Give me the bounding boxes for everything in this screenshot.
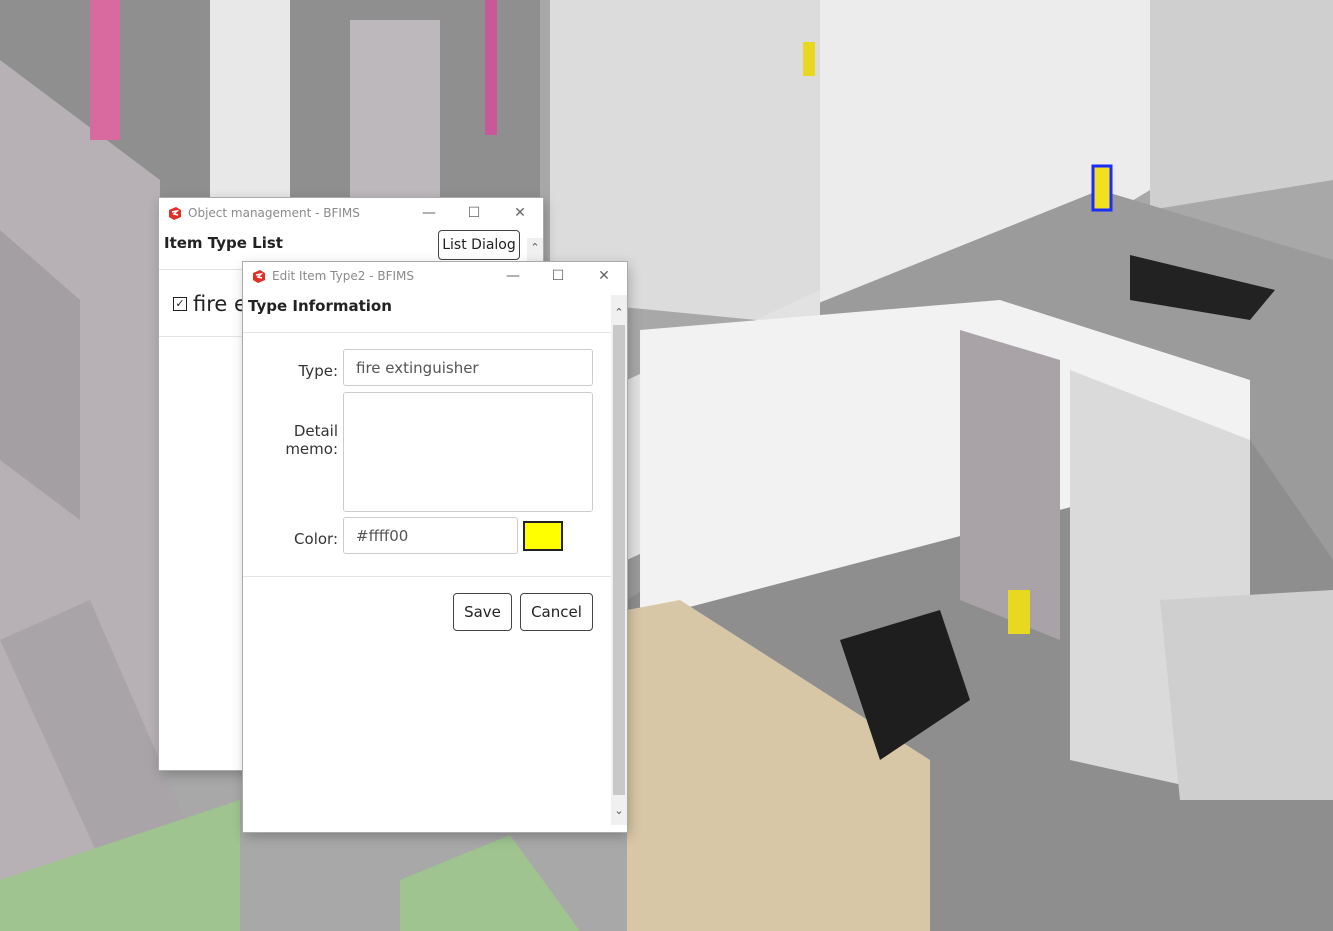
scroll-up-icon[interactable]: ⌃ [527, 240, 543, 256]
item-label: fire e [193, 292, 247, 316]
type-input[interactable]: fire extinguisher [343, 349, 593, 386]
sketchup-logo-icon [253, 269, 265, 283]
window-title: Edit Item Type2 - BFIMS [272, 269, 414, 283]
scrollbar[interactable]: ⌃ ⌄ [611, 295, 627, 825]
divider [243, 576, 611, 577]
scrollbar-thumb[interactable] [613, 325, 625, 795]
maximize-button[interactable]: ☐ [535, 262, 581, 290]
section-heading: Item Type List [164, 234, 283, 252]
section-heading: Type Information [248, 297, 392, 315]
save-button[interactable]: Save [453, 593, 512, 631]
cancel-button[interactable]: Cancel [520, 593, 593, 631]
scroll-down-icon[interactable]: ⌄ [611, 803, 627, 819]
list-item[interactable]: ✓ fire e [173, 292, 247, 316]
color-label: Color: [294, 530, 338, 548]
detail-memo-textarea[interactable] [343, 392, 593, 512]
type-label: Type: [298, 362, 338, 380]
list-dialog-button[interactable]: List Dialog [438, 230, 520, 260]
color-swatch[interactable] [523, 521, 563, 551]
checkbox-checked[interactable]: ✓ [173, 297, 187, 311]
detail-memo-label: Detail memo: [285, 422, 338, 458]
close-button[interactable]: ✕ [497, 198, 543, 228]
color-input[interactable]: #ffff00 [343, 517, 518, 554]
window-title: Object management - BFIMS [188, 206, 360, 220]
scroll-up-icon[interactable]: ⌃ [611, 305, 627, 321]
edit-item-type-window: Edit Item Type2 - BFIMS — ☐ ✕ Type Infor… [243, 262, 627, 832]
minimize-button[interactable]: — [406, 198, 452, 228]
divider [243, 332, 611, 333]
close-button[interactable]: ✕ [581, 262, 627, 290]
sketchup-logo-icon [169, 206, 181, 220]
minimize-button[interactable]: — [490, 262, 536, 290]
maximize-button[interactable]: ☐ [451, 198, 497, 228]
